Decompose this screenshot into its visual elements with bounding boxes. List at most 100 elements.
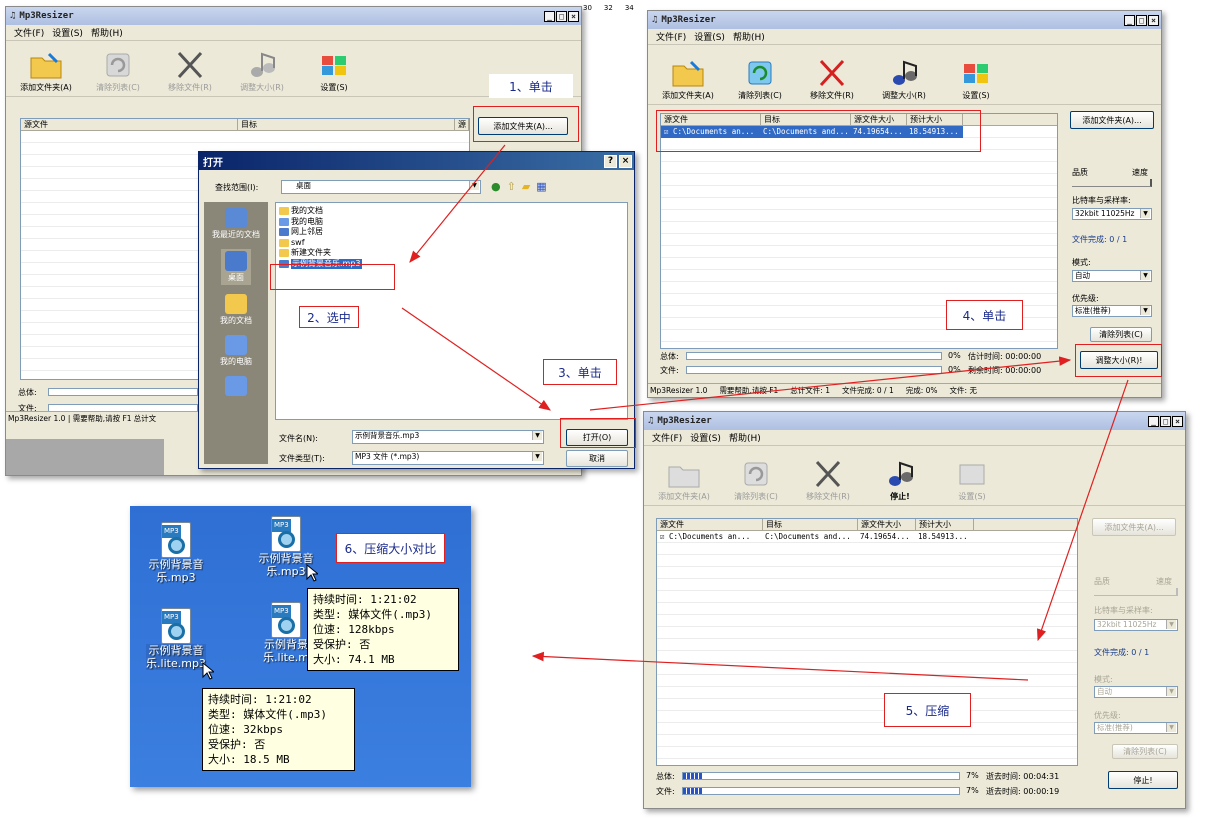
cancel-button[interactable]: 取消 bbox=[566, 450, 628, 467]
quality-slider[interactable] bbox=[1094, 588, 1178, 596]
clear-list-side-button[interactable]: 清除列表(C) bbox=[1090, 327, 1152, 342]
menu-settings[interactable]: 设置(S) bbox=[694, 30, 725, 43]
desktop-icon-original-1[interactable]: MP3 示例背景音 乐.mp3 bbox=[138, 522, 214, 584]
file-item-new-folder[interactable]: 新建文件夹 bbox=[279, 248, 624, 259]
desktop-icon-lite-1[interactable]: MP3 示例背景音 乐.lite.mp3 bbox=[136, 608, 216, 670]
col-source-size[interactable]: 源文件大小 bbox=[858, 519, 916, 530]
add-folder-side-button[interactable]: 添加文件夹(A)... bbox=[1070, 111, 1154, 129]
title-bar[interactable]: ♫ Mp3Resizer _ □ × bbox=[644, 412, 1185, 430]
toolbar: 添加文件夹(A) 清除列表(C) 移除文件(R) 调整大小(R) 设置(S) bbox=[648, 45, 1161, 105]
place-recent[interactable]: 我最近的文档 bbox=[212, 208, 260, 240]
priority-value: 标准(推荐) bbox=[1075, 306, 1111, 315]
maximize-button[interactable]: □ bbox=[556, 10, 567, 22]
clear-list-side-button[interactable]: 清除列表(C) bbox=[1112, 744, 1178, 759]
clear-list-button[interactable]: 清除列表(C) bbox=[82, 41, 154, 96]
filename-input[interactable]: 示例背景音乐.mp3 bbox=[352, 430, 544, 444]
file-grid[interactable]: 源文件 目标 源文件大小 预计大小 ☑ C:\Documents an... C… bbox=[656, 518, 1078, 766]
priority-select[interactable]: 标准(推荐) bbox=[1094, 722, 1178, 734]
menu-settings[interactable]: 设置(S) bbox=[52, 26, 83, 39]
clear-list-button[interactable]: 清除列表(C) bbox=[720, 446, 792, 505]
settings-button[interactable]: 设置(S) bbox=[940, 45, 1012, 104]
help-button[interactable]: ? bbox=[604, 154, 617, 168]
menu-settings[interactable]: 设置(S) bbox=[690, 431, 721, 444]
window-controls: _ □ × bbox=[544, 10, 581, 22]
maximize-button[interactable]: □ bbox=[1136, 14, 1147, 26]
file-item-swf[interactable]: swf bbox=[279, 238, 624, 249]
resize-button[interactable]: 调整大小(R) bbox=[226, 41, 298, 96]
clear-list-button[interactable]: 清除列表(C) bbox=[724, 45, 796, 104]
remove-file-label: 移除文件(R) bbox=[168, 83, 212, 92]
menu-bar: 文件(F) 设置(S) 帮助(H) bbox=[644, 430, 1185, 446]
tip-bitrate: 位速: 128kbps bbox=[313, 623, 395, 636]
total-progress[interactable] bbox=[682, 772, 960, 780]
mode-select[interactable]: 自动 bbox=[1072, 270, 1152, 282]
table-row[interactable]: ☑ C:\Documents an... C:\Documents and...… bbox=[657, 531, 1077, 543]
bitrate-select[interactable]: 32kbit 11025Hz bbox=[1094, 619, 1178, 631]
add-folder-button[interactable]: 添加文件夹(A) bbox=[652, 45, 724, 104]
menu-file[interactable]: 文件(F) bbox=[652, 431, 682, 444]
minimize-button[interactable]: _ bbox=[544, 10, 555, 22]
close-button[interactable]: × bbox=[1172, 415, 1183, 427]
annotation-step-1: 1、单击 bbox=[489, 74, 573, 98]
place-documents[interactable]: 我的文档 bbox=[220, 294, 252, 326]
add-folder-side-button[interactable]: 添加文件夹(A)... bbox=[1092, 518, 1176, 536]
place-network[interactable] bbox=[225, 376, 247, 397]
file-progress[interactable] bbox=[682, 787, 960, 795]
dialog-title-bar[interactable]: 打开 ? × bbox=[199, 152, 634, 170]
priority-select[interactable]: 标准(推荐) bbox=[1072, 305, 1152, 317]
add-folder-button[interactable]: 添加文件夹(A) bbox=[10, 41, 82, 96]
menu-file[interactable]: 文件(F) bbox=[14, 26, 44, 39]
total-progress bbox=[48, 388, 198, 396]
col-source[interactable]: 源文件 bbox=[21, 119, 239, 130]
menu-file[interactable]: 文件(F) bbox=[656, 30, 686, 43]
file-item-network[interactable]: 网上邻居 bbox=[279, 227, 624, 238]
settings-button[interactable]: 设置(S) bbox=[298, 41, 370, 96]
col-source[interactable]: 源文件 bbox=[657, 519, 763, 530]
close-button[interactable]: × bbox=[568, 10, 579, 22]
bitrate-select[interactable]: 32kbit 11025Hz bbox=[1072, 208, 1152, 220]
place-computer[interactable]: 我的电脑 bbox=[220, 335, 252, 367]
toolbar: 添加文件夹(A) 清除列表(C) 移除文件(R) 停止! 设置(S) bbox=[644, 446, 1185, 506]
col-estimated-size[interactable]: 预计大小 bbox=[916, 519, 974, 530]
settings-icon bbox=[959, 464, 985, 485]
stop-button[interactable]: 停止! bbox=[864, 446, 936, 505]
stop-side-button[interactable]: 停止! bbox=[1108, 771, 1178, 789]
maximize-button[interactable]: □ bbox=[1160, 415, 1171, 427]
dialog-nav-icons: ● ⇧ ▰ ▦ bbox=[491, 180, 547, 193]
add-folder-button[interactable]: 添加文件夹(A) bbox=[648, 446, 720, 505]
quality-slider[interactable] bbox=[1072, 179, 1152, 187]
close-button[interactable]: × bbox=[1148, 14, 1159, 26]
title-bar[interactable]: ♫ Mp3Resizer _ □ × bbox=[6, 7, 581, 25]
menu-help[interactable]: 帮助(H) bbox=[733, 30, 765, 43]
row-checkbox[interactable]: ☑ bbox=[657, 531, 667, 543]
remove-file-button[interactable]: 移除文件(R) bbox=[154, 41, 226, 96]
place-desktop[interactable]: 桌面 bbox=[221, 249, 251, 285]
remove-file-button[interactable]: 移除文件(R) bbox=[796, 45, 868, 104]
filetype-select[interactable]: MP3 文件 (*.mp3) bbox=[352, 451, 544, 465]
icon-label: 示例背景 乐.lite.m bbox=[263, 638, 309, 664]
view-menu-icon[interactable]: ▦ bbox=[536, 180, 546, 193]
menu-help[interactable]: 帮助(H) bbox=[91, 26, 123, 39]
remove-file-button[interactable]: 移除文件(R) bbox=[792, 446, 864, 505]
quality-label: 品质 bbox=[1094, 577, 1110, 586]
title-bar[interactable]: ♫ Mp3Resizer _ □ × bbox=[648, 11, 1161, 29]
col-target[interactable]: 目标 bbox=[238, 119, 456, 130]
tip-size: 大小: 18.5 MB bbox=[208, 753, 290, 766]
dialog-close-button[interactable]: × bbox=[619, 154, 632, 168]
settings-button[interactable]: 设置(S) bbox=[936, 446, 1008, 505]
back-icon[interactable]: ● bbox=[491, 180, 501, 193]
menu-help[interactable]: 帮助(H) bbox=[729, 431, 761, 444]
file-item-my-computer[interactable]: 我的电脑 bbox=[279, 217, 624, 228]
new-folder-icon[interactable]: ▰ bbox=[522, 180, 530, 193]
files-done-label: 文件完成: 0 / 1 bbox=[1094, 648, 1150, 657]
resize-button[interactable]: 调整大小(R) bbox=[868, 45, 940, 104]
minimize-button[interactable]: _ bbox=[1148, 415, 1159, 427]
col-source-size[interactable]: 源 bbox=[455, 119, 469, 130]
mode-select[interactable]: 自动 bbox=[1094, 686, 1178, 698]
minimize-button[interactable]: _ bbox=[1124, 14, 1135, 26]
lookin-select[interactable]: 桌面 bbox=[281, 180, 481, 194]
tooltip-original: 持续时间: 1:21:02 类型: 媒体文件(.mp3) 位速: 128kbps… bbox=[307, 588, 459, 671]
file-item-my-documents[interactable]: 我的文档 bbox=[279, 206, 624, 217]
col-target[interactable]: 目标 bbox=[763, 519, 858, 530]
up-folder-icon[interactable]: ⇧ bbox=[507, 180, 516, 193]
